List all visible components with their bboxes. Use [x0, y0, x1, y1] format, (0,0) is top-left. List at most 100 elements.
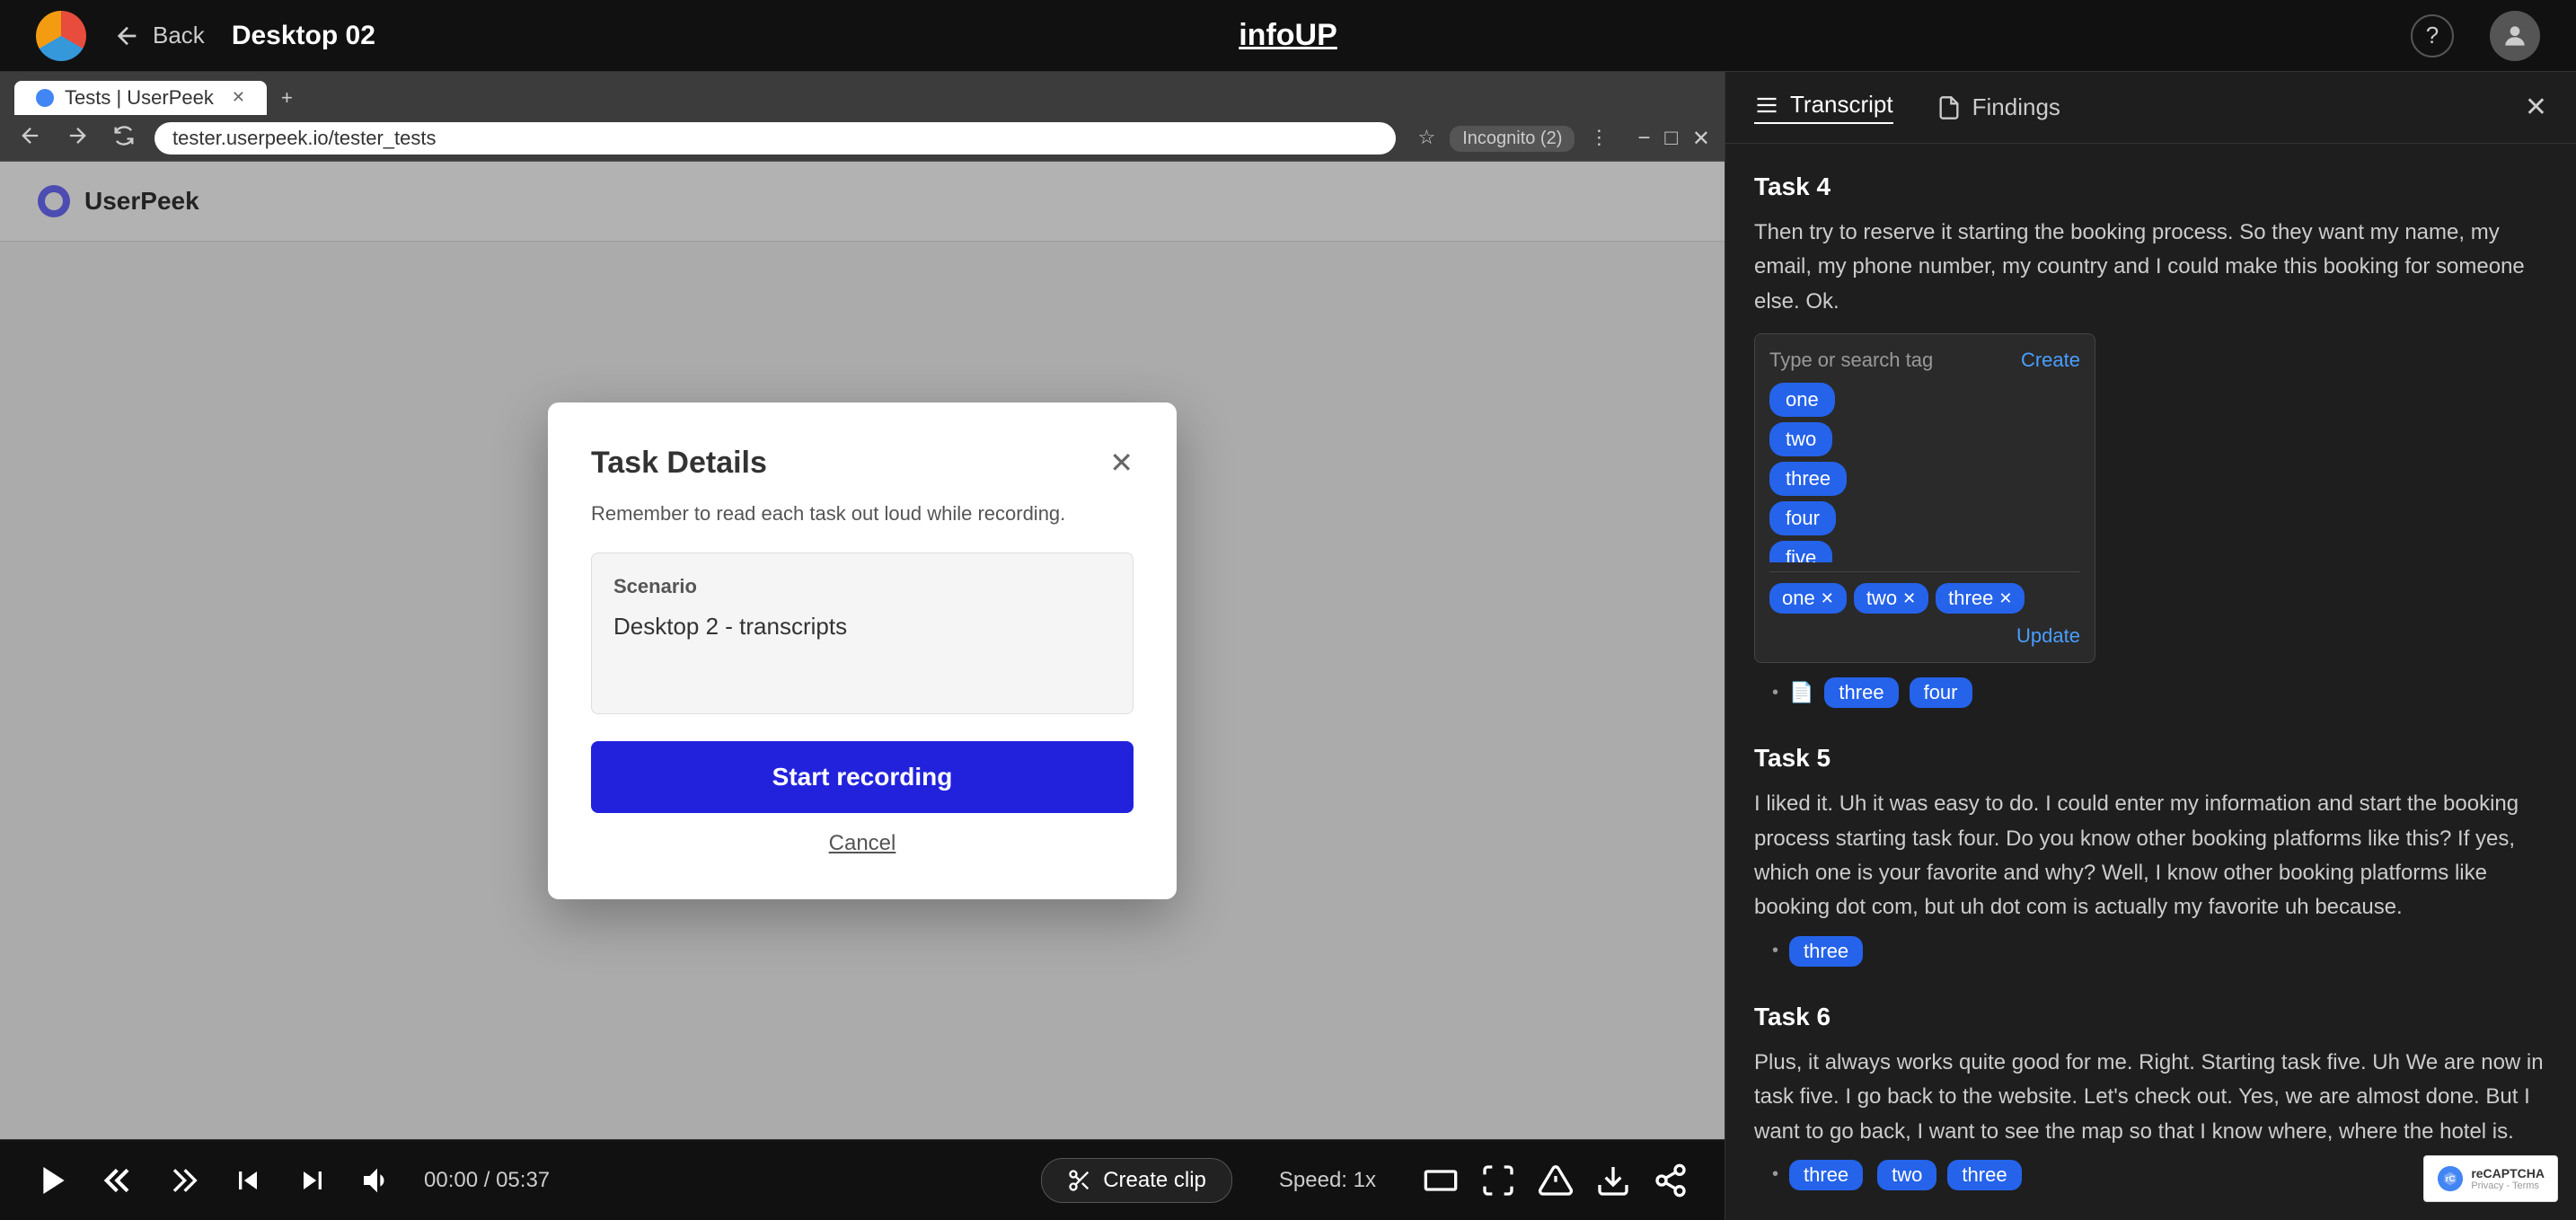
menu-icon[interactable]: ⋮ — [1589, 126, 1609, 152]
browser-area: Tests | UserPeek ✕ + — [0, 72, 1725, 1220]
alert-button[interactable] — [1538, 1163, 1574, 1198]
forward-icon — [165, 1163, 201, 1198]
download-button[interactable] — [1595, 1163, 1631, 1198]
skip-forward-button[interactable] — [295, 1163, 331, 1198]
cancel-link[interactable]: Cancel — [591, 831, 1134, 856]
modal-subtitle: Remember to read each task out loud whil… — [591, 502, 1134, 526]
browser-nav: tester.userpeek.io/tester_tests ☆ Incogn… — [0, 116, 1725, 161]
panel-tabs: Transcript Findings — [1754, 91, 2060, 124]
findings-tab-label: Findings — [1972, 93, 2060, 121]
tag-selected-one: one ✕ — [1769, 583, 1847, 614]
volume-button[interactable] — [359, 1163, 395, 1198]
brand-name: infoUP — [1239, 18, 1337, 52]
forward-button[interactable] — [165, 1163, 201, 1198]
theater-mode-button[interactable] — [1423, 1163, 1459, 1198]
share-button[interactable] — [1653, 1163, 1689, 1198]
alert-icon — [1538, 1163, 1574, 1198]
browser-chrome: Tests | UserPeek ✕ + — [0, 72, 1725, 162]
tag-four-4[interactable]: four — [1910, 677, 1972, 708]
tab-transcript[interactable]: Transcript — [1754, 91, 1893, 124]
user-icon — [2501, 22, 2529, 50]
modal-close-button[interactable]: ✕ — [1109, 446, 1134, 480]
avatar[interactable] — [2490, 11, 2540, 61]
nav-back-button[interactable] — [14, 119, 47, 158]
tag-option-two[interactable]: two — [1769, 422, 1832, 456]
top-bar-right: ? — [2411, 11, 2540, 61]
main-layout: Tests | UserPeek ✕ + — [0, 72, 2576, 1220]
speed-display: Speed: 1x — [1279, 1168, 1376, 1193]
tag-option-four[interactable]: four — [1769, 501, 1836, 535]
task-6-title: Task 6 — [1754, 1003, 2547, 1031]
tag-options-list: one two three four five — [1769, 383, 2080, 562]
tag-update-button[interactable]: Update — [2016, 624, 2080, 648]
skip-back-button[interactable] — [230, 1163, 266, 1198]
browser-tabs: Tests | UserPeek ✕ + — [0, 72, 1725, 116]
url-bar[interactable]: tester.userpeek.io/tester_tests — [154, 122, 1396, 155]
browser-tab-active[interactable]: Tests | UserPeek ✕ — [14, 81, 267, 115]
new-tab-button[interactable]: + — [270, 81, 304, 115]
task-5-title: Task 5 — [1754, 744, 2547, 773]
play-icon — [36, 1163, 72, 1198]
volume-icon — [359, 1163, 395, 1198]
help-button[interactable]: ? — [2411, 14, 2454, 57]
panel-header: Transcript Findings ✕ — [1725, 72, 2576, 144]
svg-text:rC: rC — [2446, 1174, 2456, 1183]
maximize-button[interactable]: □ — [1664, 126, 1678, 152]
top-bar: Back Desktop 02 infoUP ? — [0, 0, 2576, 72]
scissors-icon — [1067, 1168, 1092, 1193]
transcript-content: Task 4 Then try to reserve it starting t… — [1725, 144, 2576, 1220]
tag-selected-two: two ✕ — [1854, 583, 1928, 614]
tag-option-three[interactable]: three — [1769, 462, 1847, 496]
tag-selected-row: one ✕ two ✕ three ✕ — [1769, 583, 2080, 614]
tag-three-4[interactable]: three — [1824, 677, 1898, 708]
modal-header: Task Details ✕ — [591, 446, 1134, 481]
panel-close-button[interactable]: ✕ — [2525, 92, 2547, 123]
tag-option-five[interactable]: five — [1769, 541, 1832, 562]
findings-icon — [1936, 95, 1962, 120]
doc-icon-4[interactable]: 📄 — [1789, 681, 1813, 704]
incognito-badge: Incognito (2) — [1450, 126, 1575, 152]
back-button[interactable]: Back — [113, 22, 205, 50]
fullscreen-button[interactable] — [1480, 1163, 1516, 1198]
tag-update-row: Update — [1769, 624, 2080, 648]
tag-remove-one[interactable]: ✕ — [1821, 589, 1834, 608]
tag-three-6-inline[interactable]: three — [1789, 1160, 1863, 1190]
task-5-text: I liked it. Uh it was easy to do. I coul… — [1754, 787, 2547, 925]
desktop-title: Desktop 02 — [232, 21, 375, 51]
theater-icon — [1423, 1163, 1459, 1198]
app-logo — [36, 11, 86, 61]
bookmark-icon[interactable]: ☆ — [1417, 126, 1435, 152]
findings-dot-6: • — [1772, 1164, 1778, 1185]
skip-forward-icon — [295, 1163, 331, 1198]
rewind-button[interactable] — [101, 1163, 137, 1198]
modal-title: Task Details — [591, 446, 767, 481]
close-browser-button[interactable]: ✕ — [1692, 126, 1710, 152]
playback-controls — [1423, 1163, 1689, 1198]
task-details-modal: Task Details ✕ Remember to read each tas… — [548, 402, 1177, 899]
tag-option-one[interactable]: one — [1769, 383, 1835, 417]
minimize-button[interactable]: − — [1637, 126, 1650, 152]
tab-close-button[interactable]: ✕ — [232, 88, 245, 107]
task-4-findings-row: • 📄 three four — [1754, 677, 2547, 708]
back-label: Back — [153, 22, 205, 49]
tag-two-6[interactable]: two — [1877, 1160, 1936, 1190]
start-recording-button[interactable]: Start recording — [591, 741, 1134, 813]
tag-create-link[interactable]: Create — [2021, 349, 2080, 372]
tag-three-6[interactable]: three — [1947, 1160, 2021, 1190]
url-text: tester.userpeek.io/tester_tests — [172, 127, 437, 150]
tab-findings[interactable]: Findings — [1936, 91, 2060, 124]
tag-remove-three[interactable]: ✕ — [1998, 589, 2012, 608]
video-controls: 00:00 / 05:37 Create clip Speed: 1x — [0, 1139, 1725, 1220]
create-clip-button[interactable]: Create clip — [1041, 1158, 1232, 1203]
play-button[interactable] — [36, 1163, 72, 1198]
back-arrow-icon — [113, 22, 142, 50]
task-4-title: Task 4 — [1754, 172, 2547, 201]
task-5-findings-row: • three — [1754, 936, 2547, 967]
nav-forward-button[interactable] — [61, 119, 93, 158]
tag-remove-two[interactable]: ✕ — [1902, 589, 1916, 608]
tag-three-5[interactable]: three — [1789, 936, 1863, 967]
nav-refresh-button[interactable] — [108, 119, 140, 158]
time-display: 00:00 / 05:37 — [424, 1168, 550, 1193]
rewind-icon — [101, 1163, 137, 1198]
modal-overlay: Task Details ✕ Remember to read each tas… — [0, 162, 1725, 1139]
